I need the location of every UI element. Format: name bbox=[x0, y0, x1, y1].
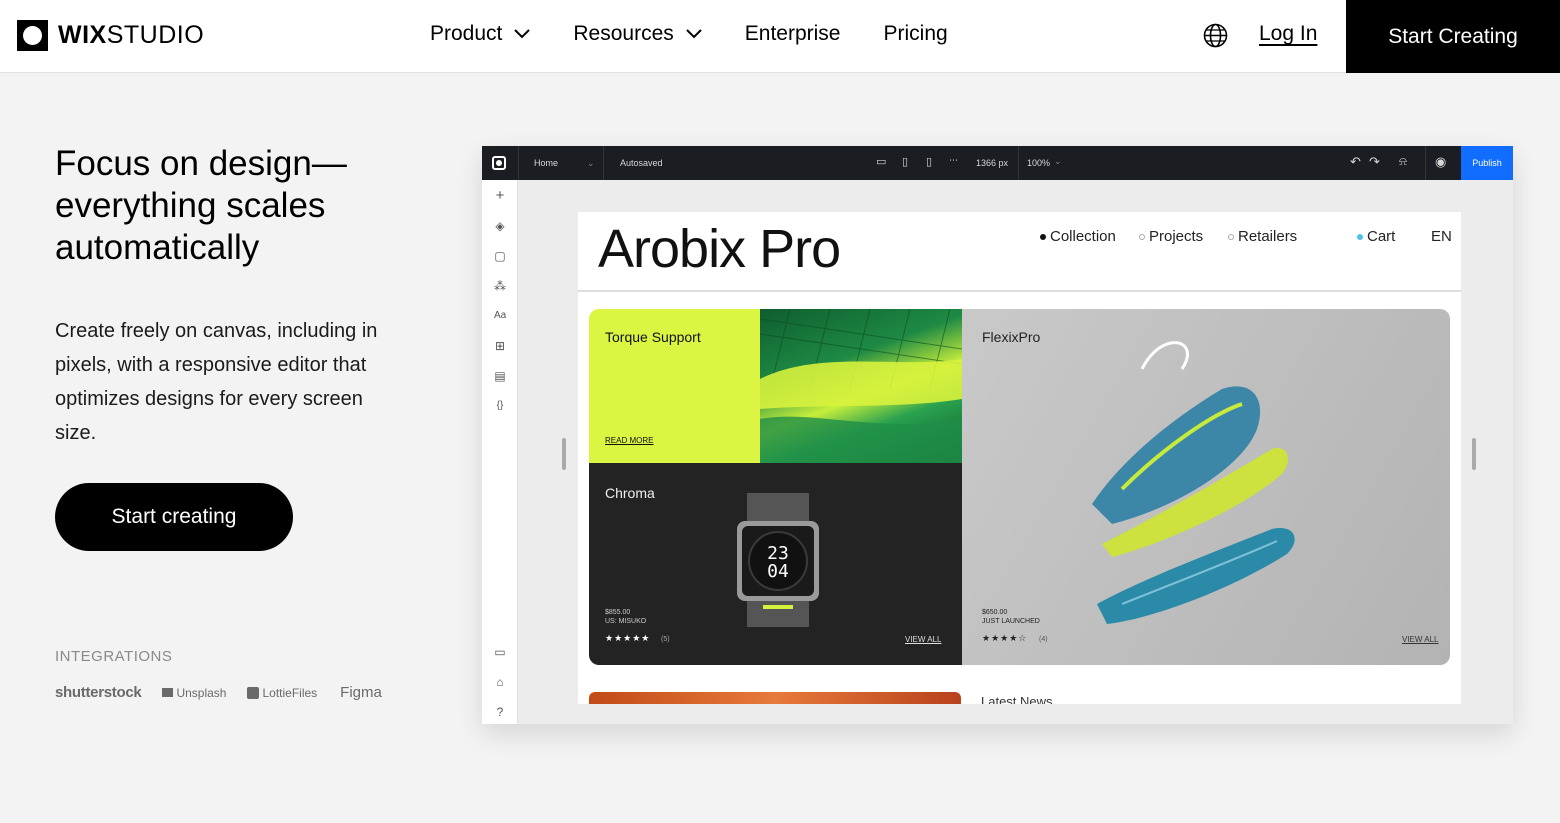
hero-headline: Focus on design—everything scales automa… bbox=[55, 144, 347, 267]
lottiefiles-logo: LottieFiles bbox=[247, 686, 317, 700]
editor-logo-icon bbox=[492, 156, 506, 170]
sneaker-exploded-image bbox=[1092, 341, 1295, 624]
editor-sidebar: + ◈ ▢ ⁂ Aa ⊞ ▤ {} ▭ ⌂ ? bbox=[482, 180, 518, 724]
editor-autosave-status: Autosaved bbox=[620, 158, 663, 168]
editor-page-select[interactable]: Home bbox=[534, 158, 558, 168]
learn-icon[interactable]: ⌂ bbox=[494, 676, 506, 688]
nav-resources[interactable]: Resources bbox=[573, 22, 702, 46]
resize-handle-left[interactable] bbox=[562, 438, 566, 470]
text-styles-icon[interactable]: Aa bbox=[494, 310, 506, 322]
nav-enterprise[interactable]: Enterprise bbox=[745, 22, 841, 46]
redo-icon[interactable]: ↷ bbox=[1369, 154, 1380, 170]
desktop-icon[interactable]: ▭ bbox=[876, 155, 886, 168]
preview-eye-icon[interactable]: ◉ bbox=[1435, 154, 1446, 170]
rating-count: (5) bbox=[661, 636, 670, 643]
apps-icon[interactable]: ⊞ bbox=[494, 340, 506, 352]
rating-count: (4) bbox=[1039, 636, 1048, 643]
fabric-texture-image bbox=[759, 309, 963, 463]
chevron-down-icon: ⌄ bbox=[587, 158, 595, 168]
start-creating-nav-button[interactable]: Start Creating bbox=[1346, 0, 1560, 73]
add-icon[interactable]: + bbox=[494, 188, 506, 203]
more-icon[interactable]: ⋯ bbox=[949, 155, 958, 166]
card-subtitle: US: MISUKO bbox=[605, 618, 647, 625]
editor-top-bar: Home ⌄ Autosaved ▭ ▯ ▯ ⋯ 1366 px 100% ⌄ … bbox=[482, 146, 1513, 180]
nav-product[interactable]: Product bbox=[430, 22, 531, 46]
start-creating-button[interactable]: Start creating bbox=[55, 483, 293, 551]
editor-zoom-select[interactable]: 100% bbox=[1027, 158, 1050, 168]
layers-icon[interactable]: ◈ bbox=[494, 220, 506, 232]
card-title: FlexixPro bbox=[982, 329, 1041, 345]
card-title: Chroma bbox=[605, 485, 655, 501]
figma-logo: Figma bbox=[340, 684, 382, 701]
resize-handle-right[interactable] bbox=[1472, 438, 1476, 470]
shutterstock-logo: shutterstock bbox=[55, 684, 142, 701]
lottiefiles-icon bbox=[247, 686, 260, 699]
site-language[interactable]: EN bbox=[1431, 228, 1452, 245]
unsplash-icon bbox=[162, 688, 174, 697]
site-nav-collection[interactable]: Collection bbox=[1040, 228, 1116, 245]
view-all-link[interactable]: VIEW ALL bbox=[1402, 635, 1438, 644]
site-title: Arobix Pro bbox=[598, 219, 841, 279]
bell-icon[interactable]: ⍾ bbox=[1399, 154, 1407, 169]
editor-preview: Home ⌄ Autosaved ▭ ▯ ▯ ⋯ 1366 px 100% ⌄ … bbox=[482, 146, 1513, 724]
code-icon[interactable]: {} bbox=[494, 400, 506, 412]
card-subtitle: JUST LAUNCHED bbox=[982, 618, 1040, 625]
product-image-green bbox=[759, 309, 963, 463]
hero-description: Create freely on canvas, including in pi… bbox=[55, 320, 378, 444]
site-header-divider bbox=[578, 290, 1461, 292]
chevron-down-icon bbox=[686, 29, 702, 39]
site-nav-projects[interactable]: Projects bbox=[1139, 228, 1203, 245]
svg-text:04: 04 bbox=[767, 561, 789, 582]
logo-text-light: STUDIO bbox=[106, 21, 205, 49]
cms-table-icon[interactable]: ▤ bbox=[494, 370, 506, 382]
publish-button[interactable]: Publish bbox=[1461, 146, 1513, 180]
mobile-icon[interactable]: ▯ bbox=[926, 155, 932, 168]
product-grid: Torque Support READ MORE Chroma 23 04 $8… bbox=[589, 309, 1450, 665]
help-icon[interactable]: ? bbox=[494, 706, 506, 718]
editor-width-field[interactable]: 1366 px bbox=[976, 158, 1008, 168]
card-price: $650.00 bbox=[982, 609, 1008, 616]
rating-stars: ★★★★☆ bbox=[982, 633, 1028, 643]
chevron-down-icon: ⌄ bbox=[1054, 156, 1062, 166]
wix-logo-icon bbox=[17, 20, 48, 51]
editor-canvas[interactable]: Arobix Pro Collection Projects Retailers… bbox=[518, 180, 1513, 724]
read-more-link[interactable]: READ MORE bbox=[605, 436, 653, 445]
integrations-title: INTEGRATIONS bbox=[55, 648, 173, 665]
site-cart[interactable]: Cart bbox=[1357, 228, 1395, 245]
top-navigation: WIXSTUDIO Product Resources Enterprise P… bbox=[0, 0, 1560, 73]
comments-icon[interactable]: ▭ bbox=[494, 646, 506, 658]
card-price: $855.00 bbox=[605, 609, 631, 616]
next-section-image bbox=[589, 692, 961, 704]
nav-pricing[interactable]: Pricing bbox=[883, 22, 947, 46]
tablet-icon[interactable]: ▯ bbox=[902, 155, 908, 168]
components-icon[interactable]: ⁂ bbox=[494, 280, 506, 292]
unsplash-logo: Unsplash bbox=[162, 686, 226, 700]
card-flexixpro[interactable]: FlexixPro $650.00 JUST LAUNCHED ★★★★☆ (4… bbox=[962, 309, 1450, 665]
card-torque-support[interactable]: Torque Support READ MORE bbox=[589, 309, 760, 463]
card-title: Torque Support bbox=[605, 329, 701, 345]
main-menu: Product Resources Enterprise Pricing bbox=[430, 22, 991, 46]
cart-count-icon bbox=[1357, 233, 1363, 240]
wix-studio-logo[interactable]: WIXSTUDIO bbox=[17, 20, 204, 51]
latest-news-heading: Latest News bbox=[981, 694, 1053, 704]
pages-icon[interactable]: ▢ bbox=[494, 250, 506, 262]
undo-icon[interactable]: ↶ bbox=[1350, 154, 1361, 170]
login-link[interactable]: Log In bbox=[1259, 22, 1317, 46]
view-all-link[interactable]: VIEW ALL bbox=[905, 635, 941, 644]
logo-text-bold: WIX bbox=[58, 21, 107, 49]
integrations-logos: shutterstock Unsplash LottieFiles Figma bbox=[55, 684, 403, 701]
watch-image: 23 04 bbox=[737, 493, 819, 627]
rating-stars: ★★★★★ bbox=[605, 633, 651, 643]
site-nav-retailers[interactable]: Retailers bbox=[1228, 228, 1297, 245]
site-preview: Arobix Pro Collection Projects Retailers… bbox=[578, 212, 1461, 704]
globe-icon[interactable] bbox=[1203, 23, 1228, 53]
chevron-down-icon bbox=[514, 29, 531, 39]
card-chroma[interactable]: Chroma 23 04 $855.00 US: MISUKO ★★★★★ (5… bbox=[589, 463, 962, 665]
